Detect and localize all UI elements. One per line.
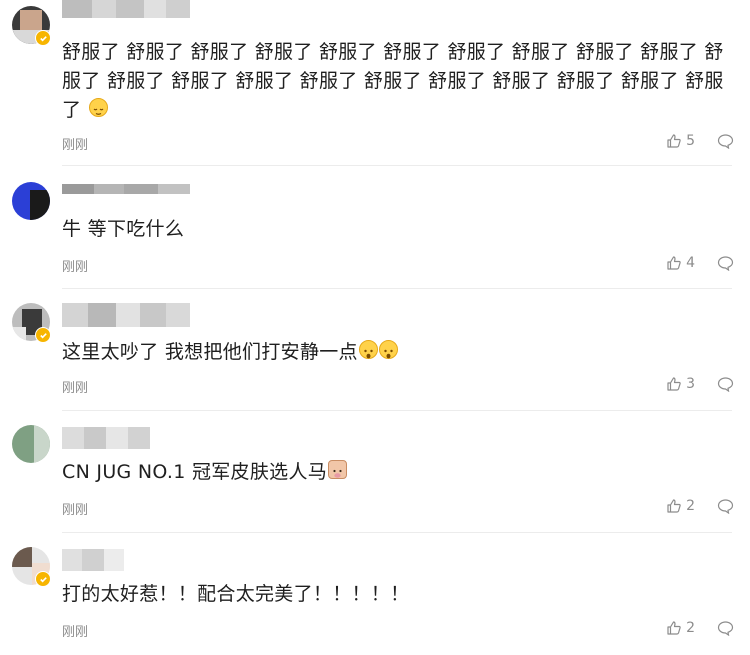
like-count: 2 [686,498,695,514]
comment-item: 打的太好惹！！配合太完美了！！！！！ 刚刚 2 [0,533,750,655]
timestamp: 刚刚 [62,503,89,518]
like-icon [667,499,681,513]
username-blurred[interactable] [62,303,190,327]
like-count: 2 [686,620,695,636]
comment-actions: 3 [666,376,734,392]
like-icon [667,377,681,391]
timestamp: 刚刚 [62,625,89,640]
like-icon [667,256,681,270]
emoji-icon [358,340,378,359]
username-blurred[interactable] [62,0,190,18]
comment-text: 牛 等下吃什么 [62,218,185,240]
comment-text: 打的太好惹！！配合太完美了！！！！！ [62,583,410,605]
comment-icon [717,256,734,271]
timestamp: 刚刚 [62,260,89,275]
like-button[interactable]: 2 [666,498,695,514]
comment-icon [717,621,734,636]
comment-text: 这里太吵了 我想把他们打安静一点 [62,338,732,367]
emoji-icon [88,98,108,117]
username-blurred[interactable] [62,184,190,194]
comment-item: 牛 等下吃什么 刚刚 4 [0,166,750,289]
comment-text: CN JUG NO.1 冠军皮肤选人马 [62,458,732,487]
emoji-icon [378,340,398,359]
timestamp: 刚刚 [62,138,89,153]
verified-badge-icon [35,571,51,587]
comment-icon [717,499,734,514]
like-count: 5 [686,133,695,149]
comment-text: 舒服了 舒服了 舒服了 舒服了 舒服了 舒服了 舒服了 舒服了 舒服了 舒服了 … [62,41,724,121]
like-icon [667,134,681,148]
like-count: 4 [686,255,695,271]
reply-button[interactable] [717,133,734,149]
like-button[interactable]: 2 [666,620,695,636]
comment-actions: 5 [666,133,734,149]
reply-button[interactable] [717,498,734,514]
avatar[interactable] [12,425,50,463]
comment-actions: 2 [666,498,734,514]
verified-badge-icon [35,30,51,46]
comment-actions: 4 [666,255,734,271]
username-blurred[interactable] [62,427,150,449]
verified-badge-icon [35,327,51,343]
reply-button[interactable] [717,620,734,636]
like-button[interactable]: 3 [666,376,695,392]
like-button[interactable]: 4 [666,255,695,271]
like-icon [667,621,681,635]
reply-button[interactable] [717,255,734,271]
comment-item: 舒服了 舒服了 舒服了 舒服了 舒服了 舒服了 舒服了 舒服了 舒服了 舒服了 … [0,0,750,166]
username-blurred[interactable] [62,549,124,571]
comment-icon [717,377,734,392]
like-count: 3 [686,376,695,392]
comment-icon [717,134,734,149]
timestamp: 刚刚 [62,381,89,396]
comment-item: 这里太吵了 我想把他们打安静一点 刚刚 3 [0,289,750,411]
reply-button[interactable] [717,376,734,392]
comment-actions: 2 [666,620,734,636]
like-button[interactable]: 5 [666,133,695,149]
avatar[interactable] [12,182,50,220]
emoji-icon [328,460,348,479]
comment-item: CN JUG NO.1 冠军皮肤选人马 刚刚 2 [0,411,750,533]
